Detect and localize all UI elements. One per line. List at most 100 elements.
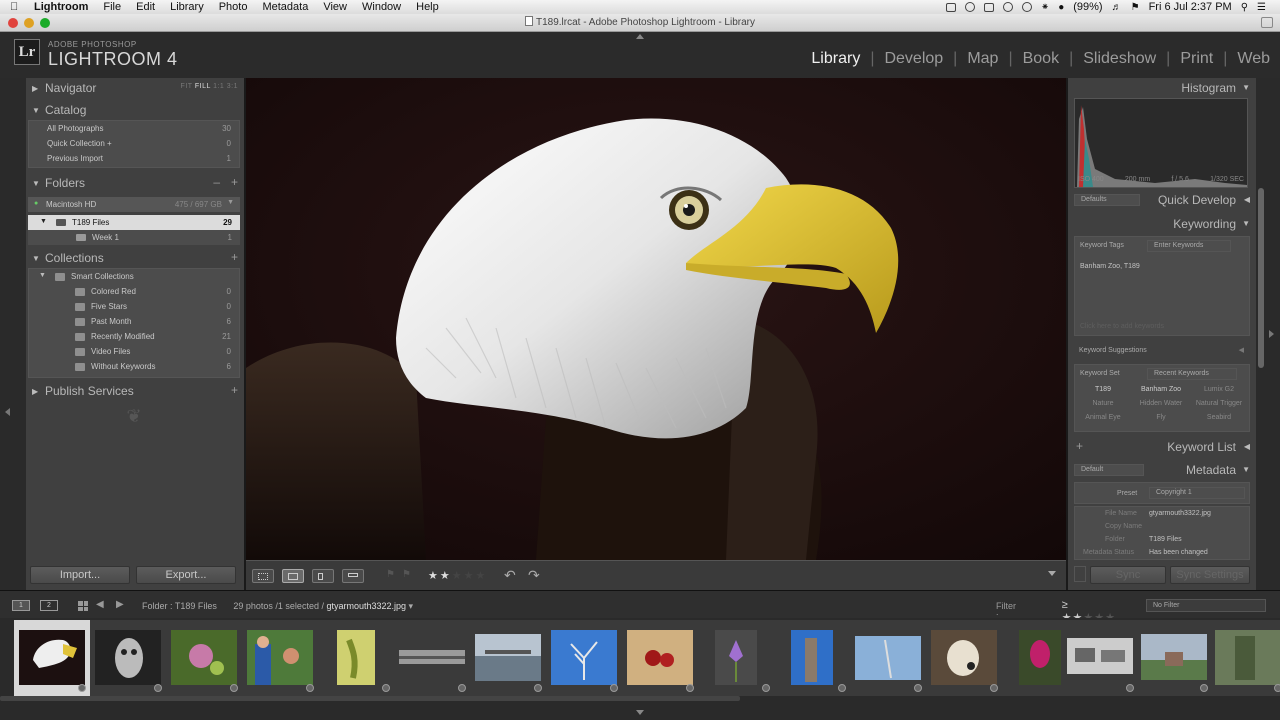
module-web[interactable]: Web [1227,50,1280,68]
display-icon[interactable] [945,2,956,12]
keyword-set-item[interactable]: T189 [1074,386,1132,393]
flag-pick-icon[interactable]: ⚑ [386,569,395,580]
expand-arrow-icon[interactable]: ▶ [32,84,38,93]
export-button[interactable]: Export... [136,566,236,584]
filmstrip-thumb[interactable] [394,620,470,696]
filmstrip-thumb[interactable] [546,620,622,696]
keyword-set-item[interactable]: Seabird [1190,414,1248,421]
collapse-arrow-icon[interactable]: ▼ [1242,219,1250,228]
dropbox-icon[interactable] [983,2,994,12]
grid-view-icon[interactable] [78,601,88,611]
keyword-list-header[interactable]: + Keyword List ◀ [1068,437,1256,457]
zoom-fit[interactable]: FIT [181,83,193,90]
module-library[interactable]: Library [801,50,870,68]
collapse-right-arrow-icon[interactable] [1269,330,1274,338]
clock-icon[interactable] [1021,2,1032,12]
collapse-left-arrow-icon[interactable] [5,408,10,416]
keyword-set-item[interactable]: Lumix G2 [1190,386,1248,393]
metadata-field-value[interactable]: gtyarmouth3322.jpg [1149,510,1211,517]
add-publish-service-button[interactable]: + [231,383,238,397]
filmstrip-thumb[interactable] [1210,620,1280,696]
left-panel-edge[interactable] [0,78,26,590]
module-map[interactable]: Map [957,50,1008,68]
filmstrip-thumb[interactable] [166,620,242,696]
histogram-header[interactable]: Histogram ▼ [1068,78,1256,98]
filmstrip-thumb[interactable] [1062,620,1138,696]
module-print[interactable]: Print [1170,50,1223,68]
keyword-set-item[interactable]: Fly [1132,414,1190,421]
grid-view-button[interactable] [252,569,274,583]
keyword-tags-mode-select[interactable]: Enter Keywords [1147,240,1231,252]
module-book[interactable]: Book [1013,50,1069,68]
collapse-arrow-icon[interactable]: ▼ [32,254,40,263]
add-keyword-hint[interactable]: Click here to add keywords [1080,323,1164,330]
metadata-header[interactable]: Metadata ▼ [1068,460,1256,480]
navigator-header[interactable]: ▶ Navigator FIT FILL 1:1 3:1 [26,78,244,98]
filmstrip-thumb[interactable] [470,620,546,696]
histogram-graph[interactable] [1074,98,1248,188]
sync-settings-button[interactable]: Sync Settings [1170,566,1250,584]
right-panel-scrollbar[interactable] [1258,188,1264,368]
remove-folder-button[interactable]: – [213,175,220,189]
filmstrip-scrollbar[interactable] [0,696,740,701]
add-keyword-button[interactable]: + [1076,439,1083,453]
folders-header[interactable]: ▼ Folders – + [26,173,244,193]
catalog-item[interactable]: All Photographs 30 [29,121,239,136]
loupe-view-button[interactable] [282,569,304,583]
filmstrip-thumb-selected[interactable] [14,620,90,696]
catalog-item[interactable]: Previous Import 1 [29,151,239,166]
battery-percent[interactable]: (99%) [1073,1,1102,13]
filmstrip-thumb[interactable] [318,620,394,696]
panel-switch[interactable] [1074,566,1086,582]
publish-services-header[interactable]: ▶ Publish Services + [26,381,244,401]
keyword-tags-input[interactable]: Banham Zoo, T189 [1080,263,1140,270]
menu-file[interactable]: File [103,0,121,14]
flag-icon[interactable]: ⚑ [1131,2,1140,13]
bluetooth-icon[interactable]: ⁕ [1041,2,1049,13]
zoom-1-1[interactable]: 1:1 [213,83,224,90]
keyword-set-item[interactable]: Nature [1074,400,1132,407]
star-rating[interactable]: ★★★★★ [428,569,487,582]
menu-app[interactable]: Lightroom [34,0,88,14]
back-arrow-icon[interactable]: ◀ [96,599,104,610]
menu-metadata[interactable]: Metadata [262,0,308,14]
filmstrip-thumb[interactable] [774,620,850,696]
folder-item[interactable]: Week 1 1 [28,230,240,245]
import-button[interactable]: Import... [30,566,130,584]
collection-item[interactable]: Video Files 0 [29,344,239,359]
fullscreen-button[interactable] [1261,17,1273,28]
sync-metadata-button[interactable]: Sync [1090,566,1166,584]
collapse-arrow-icon[interactable]: ▼ [32,106,40,115]
menu-view[interactable]: View [323,0,347,14]
menu-photo[interactable]: Photo [219,0,248,14]
collapse-arrow-icon[interactable]: ▼ [32,179,40,188]
catalog-item[interactable]: Quick Collection + 0 [29,136,239,151]
metadata-field-value[interactable]: T189 Files [1149,536,1182,543]
filter-preset-select[interactable]: No Filter [1146,599,1266,612]
expand-arrow-icon[interactable]: ◀ [1244,442,1250,451]
filmstrip-thumb[interactable] [90,620,166,696]
module-slideshow[interactable]: Slideshow [1073,50,1166,68]
menu-library[interactable]: Library [170,0,204,14]
collapse-arrow-icon[interactable]: ◀ [1239,346,1244,354]
add-folder-button[interactable]: + [231,175,238,189]
keyword-suggestions-row[interactable]: Keyword Suggestions ◀ [1074,342,1250,360]
keyword-set-select[interactable]: Recent Keywords [1147,368,1237,380]
sync-icon[interactable] [964,2,975,12]
menu-edit[interactable]: Edit [136,0,155,14]
quick-develop-header[interactable]: Quick Develop ◀ [1068,190,1256,210]
filmstrip-thumb[interactable] [926,620,1002,696]
filmstrip-thumb[interactable] [850,620,926,696]
collection-item[interactable]: Recently Modified 21 [29,329,239,344]
collection-item[interactable]: Past Month 6 [29,314,239,329]
wifi-icon[interactable]: ● [1058,2,1064,13]
toolbar-content-dropdown-icon[interactable] [1048,571,1056,576]
catalog-header[interactable]: ▼ Catalog [26,100,244,120]
add-collection-button[interactable]: + [231,250,238,264]
collection-item[interactable]: Colored Red 0 [29,284,239,299]
keywording-header[interactable]: Keywording ▼ [1068,214,1256,234]
menu-help[interactable]: Help [416,0,439,14]
expand-arrow-icon[interactable]: ◀ [1244,195,1250,204]
notification-icon[interactable]: ☰ [1257,2,1266,13]
keyword-set-item[interactable]: Banham Zoo [1132,386,1190,393]
